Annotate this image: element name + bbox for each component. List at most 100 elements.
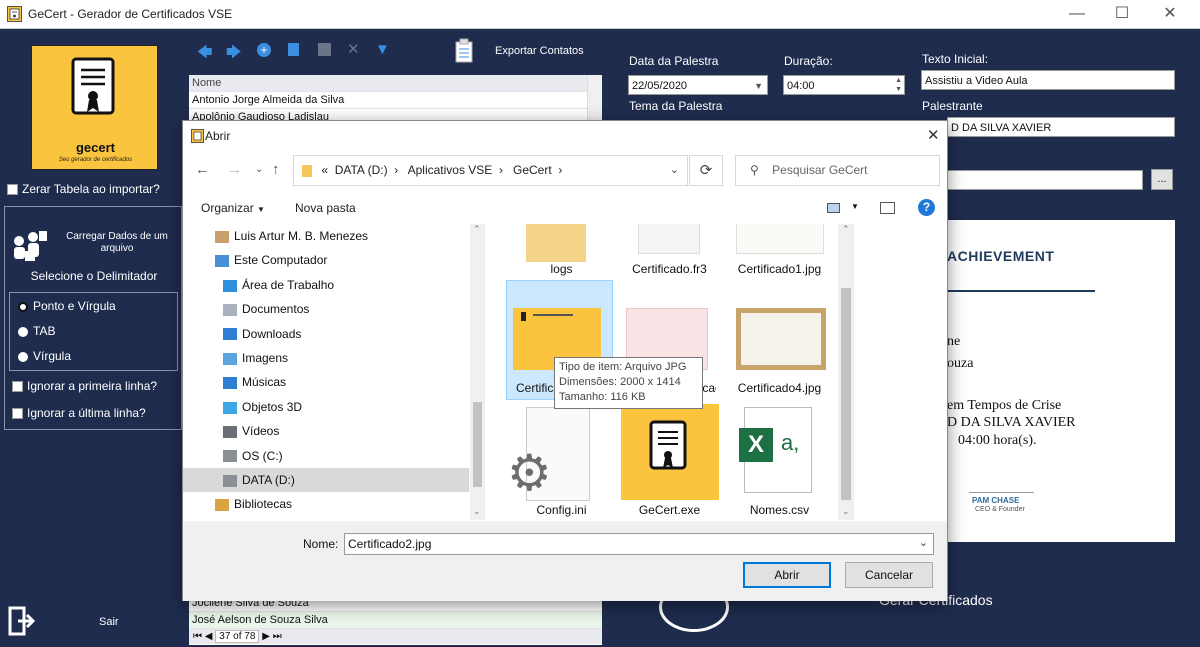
tree-item-label: Downloads	[242, 326, 302, 341]
left-panel: gecert Seu gerador de certificados Zerar…	[0, 30, 186, 647]
contacts-toolbar: 🡄 🡆 + ✕ ▼ Exportar Contatos	[189, 30, 604, 72]
trash-icon[interactable]	[288, 43, 299, 56]
filename-input[interactable]: Certificado2.jpg ⌄	[344, 533, 934, 555]
table-row[interactable]: José Aelson de Souza Silva	[189, 612, 602, 629]
export-icon[interactable]	[454, 38, 474, 64]
chevron-down-icon[interactable]: ⌄	[255, 164, 263, 175]
filter-icon[interactable]: ▼	[375, 41, 390, 58]
nav-next-icon[interactable]: ▶	[262, 631, 270, 642]
breadcrumb[interactable]: Aplicativos VSE	[408, 163, 493, 177]
nav-record-count[interactable]: 37 of 78	[215, 630, 260, 643]
preview-heading: ACHIEVEMENT	[947, 248, 1055, 264]
file-item-certificado4-jpg[interactable]: Certificado4.jpg	[727, 381, 832, 395]
exportar-label[interactable]: Exportar Contatos	[495, 45, 584, 57]
search-icon: ⚲	[750, 163, 759, 177]
load-data-icon[interactable]	[11, 229, 49, 263]
grid-scrollbar[interactable]	[587, 75, 602, 121]
tree-item[interactable]: Objetos 3D	[183, 395, 469, 419]
breadcrumb[interactable]: DATA (D:)	[335, 163, 388, 177]
column-header-nome[interactable]: Nome	[189, 75, 602, 92]
spinner-icon[interactable]: ▲ ▼	[895, 76, 902, 94]
certificate-icon	[71, 57, 115, 115]
maximize-button[interactable]: ☐	[1107, 4, 1137, 24]
file-item-certificado-fr3[interactable]: Certificado.fr3	[617, 262, 722, 276]
tree-item[interactable]: Área de Trabalho	[183, 273, 469, 297]
chevron-down-icon[interactable]: ⌄	[919, 535, 928, 551]
ignorar-ultima-checkbox[interactable]: Ignorar a última linha?	[12, 406, 146, 420]
abrir-button[interactable]: Abrir	[743, 562, 831, 588]
file-item-logs[interactable]: logs	[509, 262, 614, 276]
view-icon[interactable]	[827, 203, 840, 213]
preview-divider	[947, 290, 1095, 292]
tree-item[interactable]: Luis Artur M. B. Menezes	[183, 224, 469, 248]
browse-button[interactable]: ...	[1151, 169, 1173, 190]
close-icon[interactable]: ✕	[927, 126, 940, 144]
zerar-checkbox[interactable]: Zerar Tabela ao importar?	[7, 182, 160, 196]
tree-item[interactable]: Imagens	[183, 346, 469, 370]
tree-item[interactable]: Vídeos	[183, 419, 469, 443]
tree-item[interactable]: Downloads	[183, 322, 469, 346]
palestrante-input[interactable]: D DA SILVA XAVIER	[947, 117, 1175, 137]
help-icon[interactable]: ?	[918, 199, 935, 216]
files-scrollbar[interactable]: ⌃ ⌄	[838, 224, 854, 520]
exit-icon[interactable]	[8, 606, 36, 636]
save-icon[interactable]	[318, 43, 331, 56]
organizar-menu[interactable]: Organizar ▼	[201, 201, 265, 215]
nav-prev-icon[interactable]: ◀	[205, 631, 213, 642]
up-icon[interactable]: ↑	[272, 161, 280, 178]
forward-icon[interactable]: →	[227, 161, 242, 178]
app-logo: gecert Seu gerador de certificados	[31, 45, 158, 170]
preview-pane-icon[interactable]	[880, 202, 895, 214]
preview-line: 04:00 hora(s).	[958, 433, 1037, 448]
tree-item[interactable]: Este Computador	[183, 248, 469, 272]
chevron-down-icon[interactable]: ▼	[851, 202, 859, 211]
sair-label[interactable]: Sair	[99, 616, 119, 628]
radio-ponto-virgula[interactable]: Ponto e Vírgula	[18, 299, 116, 313]
cancelar-button[interactable]: Cancelar	[845, 562, 933, 588]
arrow-right-icon[interactable]: 🡆	[226, 42, 242, 67]
radio-tab[interactable]: TAB	[18, 324, 55, 338]
file-item-gecert-exe[interactable]: GeCert.exe	[617, 503, 722, 517]
tree-scrollbar[interactable]: ⌃ ⌄	[470, 224, 485, 520]
tooltip-line: Tipo de item: Arquivo JPG	[559, 361, 687, 373]
close-window-button[interactable]: ✕	[1155, 4, 1185, 24]
nav-first-icon[interactable]: ⏮	[193, 631, 202, 642]
preview-sign-name: PAM CHASE	[972, 496, 1020, 505]
refresh-icon[interactable]: ⟳	[689, 155, 723, 186]
cancel-icon[interactable]: ✕	[347, 40, 360, 58]
file-item-nomes-csv[interactable]: Nomes.csv	[727, 503, 832, 517]
table-row[interactable]: Antonio Jorge Almeida da Silva	[189, 92, 602, 109]
nova-pasta-button[interactable]: Nova pasta	[295, 201, 356, 215]
tree-item[interactable]: DATA (D:)	[183, 468, 469, 492]
ignorar-primeira-checkbox[interactable]: Ignorar a primeira linha?	[12, 379, 157, 393]
tree-item[interactable]: Músicas	[183, 370, 469, 394]
file-item-config-ini[interactable]: Config.ini	[509, 503, 614, 517]
breadcrumb[interactable]: GeCert	[513, 163, 552, 177]
add-icon[interactable]: +	[257, 43, 271, 57]
chevron-down-icon[interactable]: ⌄	[670, 156, 679, 185]
certificado4-thumbnail	[736, 308, 826, 370]
tree-item-label: Este Computador	[234, 253, 328, 268]
nav-last-icon[interactable]: ⏭	[273, 631, 282, 642]
file-item-certificado1-jpg[interactable]: Certificado1.jpg	[727, 262, 832, 276]
search-input[interactable]: ⚲ Pesquisar GeCert	[735, 155, 940, 186]
tree-item[interactable]: Bibliotecas	[183, 492, 469, 516]
carregar-label[interactable]: Carregar Dados de um arquivo	[57, 231, 177, 255]
back-icon[interactable]: ←	[195, 161, 210, 178]
template-path-input[interactable]	[947, 170, 1143, 190]
texto-input[interactable]: Assistiu a Video Aula	[921, 70, 1175, 90]
tooltip-line: Dimensões: 2000 x 1414	[559, 376, 681, 388]
tree-item[interactable]: OS (C:)	[183, 444, 469, 468]
tema-label: Tema da Palestra	[629, 99, 723, 113]
delimiter-title: Selecione o Delimitador	[30, 269, 158, 283]
tree-item[interactable]: Documentos	[183, 297, 469, 321]
minimize-button[interactable]: —	[1062, 4, 1092, 24]
arrow-left-icon[interactable]: 🡄	[197, 42, 213, 67]
data-date-picker[interactable]: 22/05/2020 ▼	[628, 75, 768, 95]
breadcrumb-overflow[interactable]: «	[321, 163, 328, 177]
filename-value: Certificado2.jpg	[348, 537, 432, 551]
duracao-time-input[interactable]: 04:00 ▲ ▼	[783, 75, 905, 95]
radio-virgula[interactable]: Vírgula	[18, 349, 71, 363]
user-icon	[215, 230, 229, 243]
address-bar[interactable]: « DATA (D:) › Aplicativos VSE › GeCert ›…	[293, 155, 688, 186]
